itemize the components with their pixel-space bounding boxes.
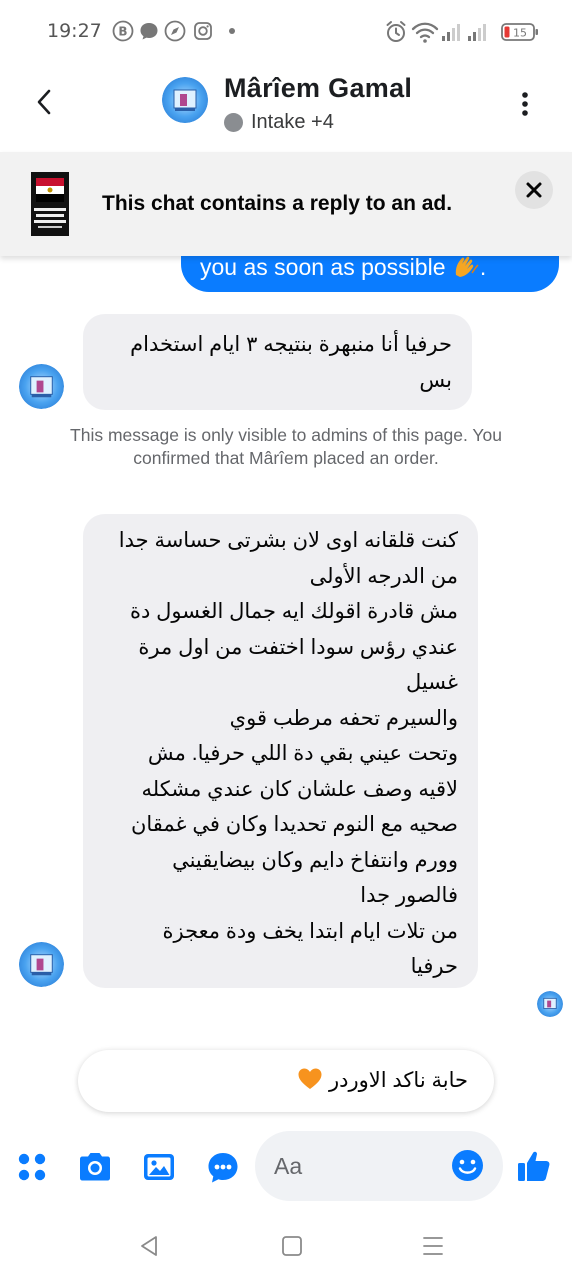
contact-subtitle[interactable]: Intake +4	[224, 110, 334, 134]
sender-avatar[interactable]	[19, 364, 64, 409]
triangle-back-icon	[141, 1236, 157, 1256]
more-options-button[interactable]	[516, 90, 534, 120]
alarm-icon	[385, 20, 407, 44]
thumbs-up-icon	[518, 1151, 550, 1181]
message-line: حرفيا	[410, 955, 458, 978]
ad-banner-text: This chat contains a reply to an ad.	[102, 192, 453, 215]
like-button[interactable]	[516, 1148, 552, 1189]
outgoing-message-text: you as soon as possible	[200, 254, 446, 280]
suggested-reply-chip[interactable]: حابة ناكد الاوردر	[78, 1050, 494, 1112]
message-input-placeholder: Aa	[274, 1153, 303, 1179]
ad-reply-banner: This chat contains a reply to an ad.	[0, 152, 572, 256]
message-line: حرفيا أنا منبهرة بنتيجه ٣ ايام استخدام	[130, 333, 452, 356]
orange-heart-icon	[298, 1068, 322, 1089]
outgoing-message-text-wrap: you as soon as possible .	[200, 254, 487, 280]
contact-avatar[interactable]	[162, 77, 208, 123]
incoming-message[interactable]: كنت قلقانه اوى لان بشرتى حساسة جدا من ال…	[83, 514, 478, 988]
chat-bubble-button[interactable]	[206, 1151, 240, 1190]
incoming-message[interactable]: حرفيا أنا منبهرة بنتيجه ٣ ايام استخدام ب…	[83, 314, 472, 410]
status-bar: 19:27 B 15	[0, 0, 572, 52]
message-line: لاقيه وصف علشان كان عندي مشكله	[141, 777, 458, 801]
message-line: صحيه مع النوم تحديدا وكان في غمقان	[130, 813, 458, 836]
signal-icon	[465, 20, 489, 44]
status-dot-icon	[224, 112, 243, 132]
chat-bubble-icon	[208, 1153, 238, 1183]
messenger-chat-screen: 19:27 B 15 Mârîem Gamal Intake +4 you as…	[0, 0, 572, 1280]
camera-button[interactable]	[77, 1151, 113, 1188]
gallery-button[interactable]	[142, 1151, 176, 1188]
message-line: كنت قلقانه اوى لان بشرتى حساسة جدا	[118, 529, 458, 552]
seen-receipt-avatar	[537, 991, 563, 1017]
compass-icon	[164, 20, 186, 42]
b-circle-icon: B	[112, 20, 134, 42]
more-actions-button[interactable]	[17, 1152, 47, 1187]
ad-thumbnail[interactable]	[31, 172, 69, 236]
hands-emoji-icon	[455, 256, 479, 277]
camera-icon	[80, 1153, 110, 1181]
message-line: فالصور جدا	[360, 884, 458, 907]
message-line: من تلات ايام ابتدا يخف ودة معجزة	[162, 919, 459, 943]
back-arrow-icon	[37, 89, 51, 115]
emoji-icon	[452, 1150, 483, 1181]
battery-icon: 15	[500, 20, 540, 44]
message-line: وتحت عيني بقي دة اللي حرفيا. مش	[147, 742, 458, 765]
chat-header: Mârîem Gamal Intake +4	[0, 52, 572, 152]
nav-back-button[interactable]	[138, 1234, 160, 1263]
signal-icon	[439, 20, 463, 44]
nav-recents-button[interactable]	[421, 1235, 445, 1262]
grid-dots-icon	[18, 1153, 46, 1181]
contact-label: Intake +4	[251, 110, 334, 133]
message-line: مش قادرة اقولك ايه جمال الغسول دة	[129, 600, 458, 623]
dot-icon	[228, 20, 236, 42]
suggested-reply-text: حابة ناكد الاوردر	[328, 1069, 468, 1092]
message-line: وورم وانتفاخ دايم وكان بيضايقيني	[172, 848, 458, 872]
recents-lines-icon	[423, 1237, 443, 1255]
message-line: غسيل	[406, 671, 458, 694]
close-icon	[526, 182, 542, 198]
status-time: 19:27	[47, 20, 102, 42]
sender-avatar[interactable]	[19, 942, 64, 987]
message-input[interactable]: Aa	[255, 1131, 503, 1201]
message-line: بس	[419, 368, 452, 392]
message-line: من الدرجه الأولى	[309, 564, 458, 588]
wifi-icon	[411, 20, 439, 44]
square-home-icon	[282, 1236, 302, 1256]
admin-visibility-notice: This message is only visible to admins o…	[70, 425, 502, 468]
speech-bubble-icon	[139, 20, 159, 42]
battery-level: 15	[513, 27, 527, 40]
nav-home-button[interactable]	[281, 1235, 303, 1262]
close-banner-button[interactable]	[515, 171, 553, 209]
message-line: والسيرم تحفه مرطب قوي	[229, 706, 458, 730]
kebab-menu-icon	[522, 92, 528, 116]
suggested-reply-wrap: حابة ناكد الاوردر	[297, 1067, 468, 1093]
system-navigation-bar	[0, 1216, 572, 1280]
instagram-icon	[193, 20, 213, 42]
message-line: عندي رؤس سودا اختفت من اول مرة	[138, 635, 458, 659]
back-button[interactable]	[30, 84, 60, 120]
contact-name: Mârîem Gamal	[224, 73, 413, 103]
emoji-button[interactable]	[450, 1148, 485, 1183]
svg-text:B: B	[118, 25, 127, 39]
image-icon	[144, 1154, 174, 1180]
